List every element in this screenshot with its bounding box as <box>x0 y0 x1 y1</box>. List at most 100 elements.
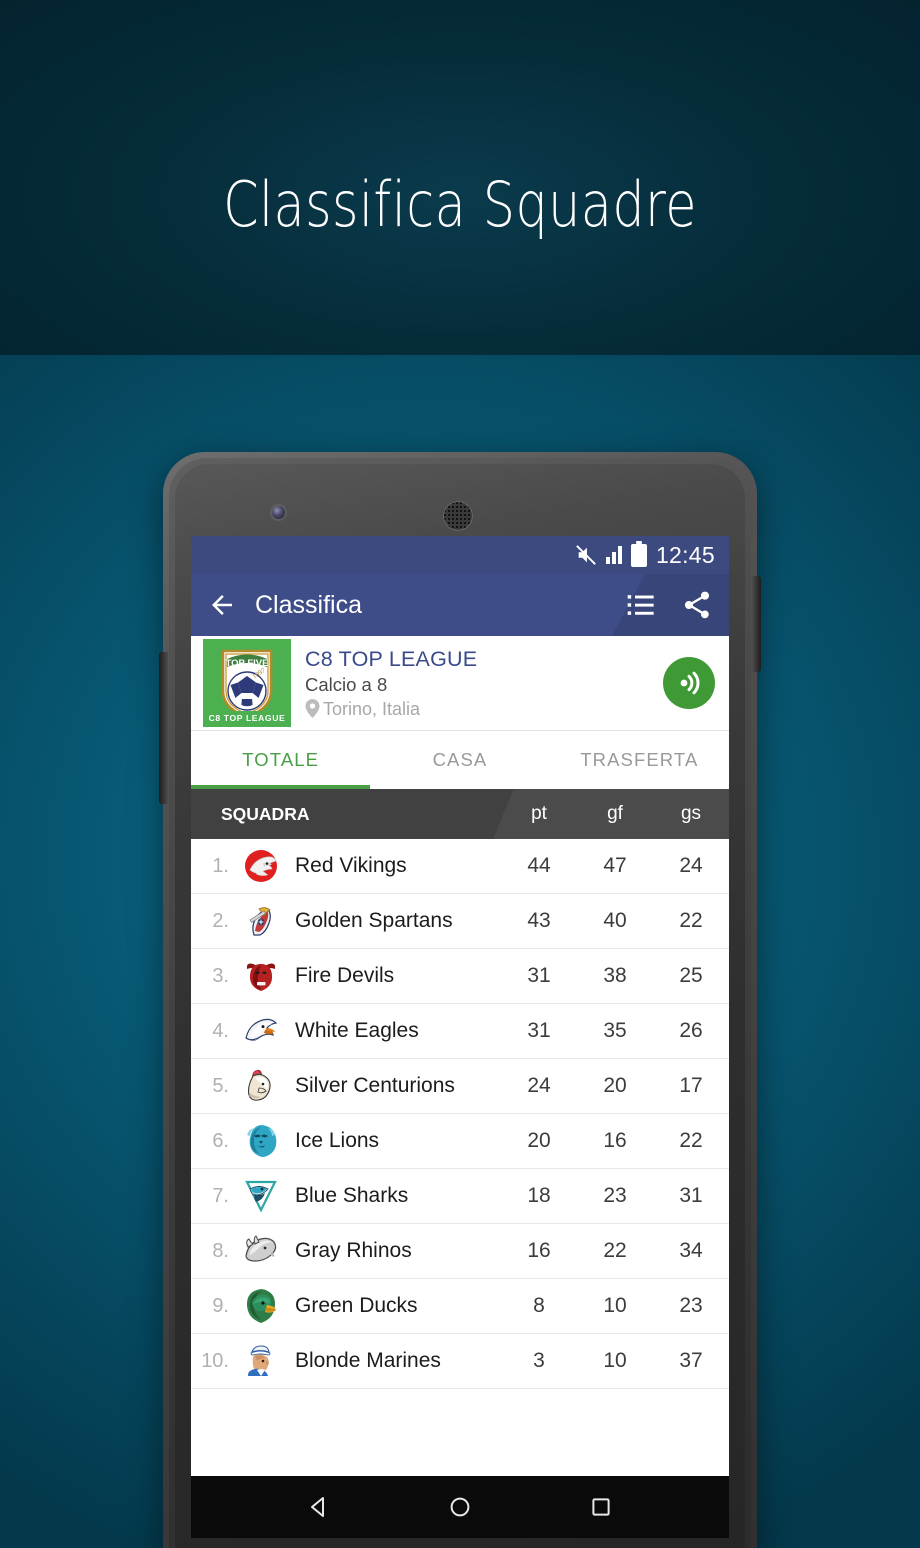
table-row[interactable]: 4. White Eagles 31 35 26 <box>191 1004 729 1059</box>
table-row[interactable]: 10. Blonde Marines 3 10 37 <box>191 1334 729 1389</box>
row-team-name: Blonde Marines <box>295 1349 441 1372</box>
table-row[interactable]: 7. Blue Sharks 18 23 31 <box>191 1169 729 1224</box>
promo-title: Classifica Squadre <box>223 168 697 241</box>
earpiece-speaker-icon <box>443 501 473 531</box>
row-gs: 22 <box>679 1129 703 1152</box>
front-camera-icon <box>272 506 285 519</box>
tab-totale[interactable]: TOTALE <box>191 731 371 789</box>
row-rank: 9. <box>212 1294 229 1317</box>
row-gf: 20 <box>603 1074 627 1097</box>
mute-icon <box>576 545 596 565</box>
volume-button[interactable] <box>159 652 168 804</box>
row-rank: 1. <box>212 854 229 877</box>
row-gf: 22 <box>603 1239 627 1262</box>
row-team-name: White Eagles <box>295 1019 419 1042</box>
table-row[interactable]: 3. Fire Devils 31 38 25 <box>191 949 729 1004</box>
row-gs: 23 <box>679 1294 703 1317</box>
share-icon[interactable] <box>681 589 713 621</box>
square-recents-icon[interactable] <box>588 1494 614 1520</box>
row-gf: 10 <box>603 1349 627 1372</box>
row-team-name: Gray Rhinos <box>295 1239 412 1262</box>
row-pt: 18 <box>527 1184 551 1207</box>
status-bar: 12:45 <box>191 536 729 574</box>
row-pt: 31 <box>527 964 551 987</box>
table-row[interactable]: 1. Red Vikings 44 47 24 <box>191 839 729 894</box>
row-team-name: Blue Sharks <box>295 1184 409 1207</box>
row-rank: 4. <box>212 1019 229 1042</box>
signal-icon <box>605 546 622 564</box>
viking-head-logo <box>235 846 287 886</box>
phone-screen: 12:45 Classifica TOP FIVE 1997 C8 TOP LE… <box>191 536 729 1476</box>
row-gf: 16 <box>603 1129 627 1152</box>
row-team-name: Silver Centurions <box>295 1074 455 1097</box>
row-gs: 34 <box>679 1239 703 1262</box>
row-rank: 7. <box>212 1184 229 1207</box>
row-gs: 17 <box>679 1074 703 1097</box>
table-header-row: SQUADRA pt gf gs <box>191 789 729 839</box>
league-header[interactable]: TOP FIVE 1997 C8 TOP LEAGUE C8 TOP LEAGU… <box>191 636 729 731</box>
screenshot-stage: Classifica Squadre 12:45 Classifica TOP … <box>0 0 920 1548</box>
row-rank: 5. <box>212 1074 229 1097</box>
row-pt: 24 <box>527 1074 551 1097</box>
league-crest: TOP FIVE 1997 C8 TOP LEAGUE <box>203 639 291 727</box>
devil-bull-logo <box>235 956 287 996</box>
row-pt: 16 <box>527 1239 551 1262</box>
row-gf: 40 <box>603 909 627 932</box>
circle-home-icon[interactable] <box>447 1494 473 1520</box>
triangle-back-icon[interactable] <box>306 1494 332 1520</box>
row-team-name: Golden Spartans <box>295 909 453 932</box>
column-header-gs[interactable]: gs <box>653 803 729 825</box>
tab-trasferta[interactable]: TRASFERTA <box>550 731 729 789</box>
row-gs: 26 <box>679 1019 703 1042</box>
row-gf: 38 <box>603 964 627 987</box>
eagle-head-logo <box>235 1011 287 1051</box>
app-bar-title: Classifica <box>255 590 362 619</box>
location-pin-icon <box>305 699 320 719</box>
table-row[interactable]: 9. Green Ducks 8 10 23 <box>191 1279 729 1334</box>
row-gs: 31 <box>679 1184 703 1207</box>
league-info: C8 TOP LEAGUE Calcio a 8 Torino, Italia <box>291 647 663 720</box>
row-rank: 6. <box>212 1129 229 1152</box>
broadcast-button[interactable] <box>663 657 715 709</box>
promo-banner: Classifica Squadre <box>0 0 920 355</box>
back-arrow-icon[interactable] <box>207 590 237 620</box>
list-icon[interactable] <box>625 589 657 621</box>
row-rank: 3. <box>212 964 229 987</box>
league-location-text: Torino, Italia <box>323 698 421 719</box>
rhino-head-logo <box>235 1231 287 1271</box>
row-gs: 22 <box>679 909 703 932</box>
standings-list: 1. Red Vikings 44 47 24 2. Golden Spartans 43… <box>191 839 729 1389</box>
table-row[interactable]: 6. Ice Lions 20 16 22 <box>191 1114 729 1169</box>
league-sport: Calcio a 8 <box>305 674 388 696</box>
spartan-eagle-logo <box>235 901 287 941</box>
row-pt: 20 <box>527 1129 551 1152</box>
android-nav-bar <box>191 1476 729 1538</box>
column-header-pt[interactable]: pt <box>501 803 577 825</box>
lion-head-logo <box>235 1121 287 1161</box>
power-button[interactable] <box>752 576 761 672</box>
league-name: C8 TOP LEAGUE <box>305 646 478 671</box>
tab-casa[interactable]: CASA <box>370 731 549 789</box>
row-gf: 23 <box>603 1184 627 1207</box>
broadcast-icon <box>680 671 700 695</box>
app-bar: Classifica <box>191 574 729 636</box>
table-row[interactable]: 8. Gray Rhinos 16 22 34 <box>191 1224 729 1279</box>
row-gf: 47 <box>603 854 627 877</box>
centurion-helmet-logo <box>235 1066 287 1106</box>
status-time: 12:45 <box>655 541 715 568</box>
duck-head-logo <box>235 1286 287 1326</box>
crest-shield-icon: TOP FIVE 1997 C8 TOP LEAGUE <box>203 639 291 727</box>
row-pt: 31 <box>527 1019 551 1042</box>
row-pt: 8 <box>533 1294 545 1317</box>
row-pt: 44 <box>527 854 551 877</box>
column-header-team[interactable]: SQUADRA <box>191 804 501 825</box>
row-gs: 37 <box>679 1349 703 1372</box>
row-gs: 24 <box>679 854 703 877</box>
standings-tabs: TOTALE CASA TRASFERTA <box>191 731 729 789</box>
row-rank: 2. <box>212 909 229 932</box>
column-header-gf[interactable]: gf <box>577 803 653 825</box>
table-row[interactable]: 2. Golden Spartans 43 40 22 <box>191 894 729 949</box>
shark-logo <box>235 1176 287 1216</box>
row-gf: 35 <box>603 1019 627 1042</box>
table-row[interactable]: 5. Silver Centurions 24 20 17 <box>191 1059 729 1114</box>
